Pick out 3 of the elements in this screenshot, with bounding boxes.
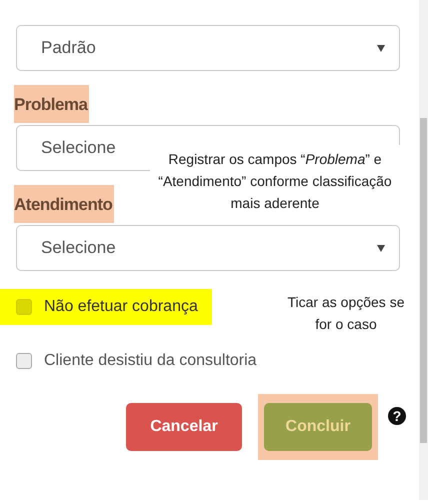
- field-label: Atendimento: [14, 185, 114, 223]
- annotation-text: Ticar as opções se for o caso: [286, 293, 406, 334]
- field-label: Problema: [14, 85, 90, 123]
